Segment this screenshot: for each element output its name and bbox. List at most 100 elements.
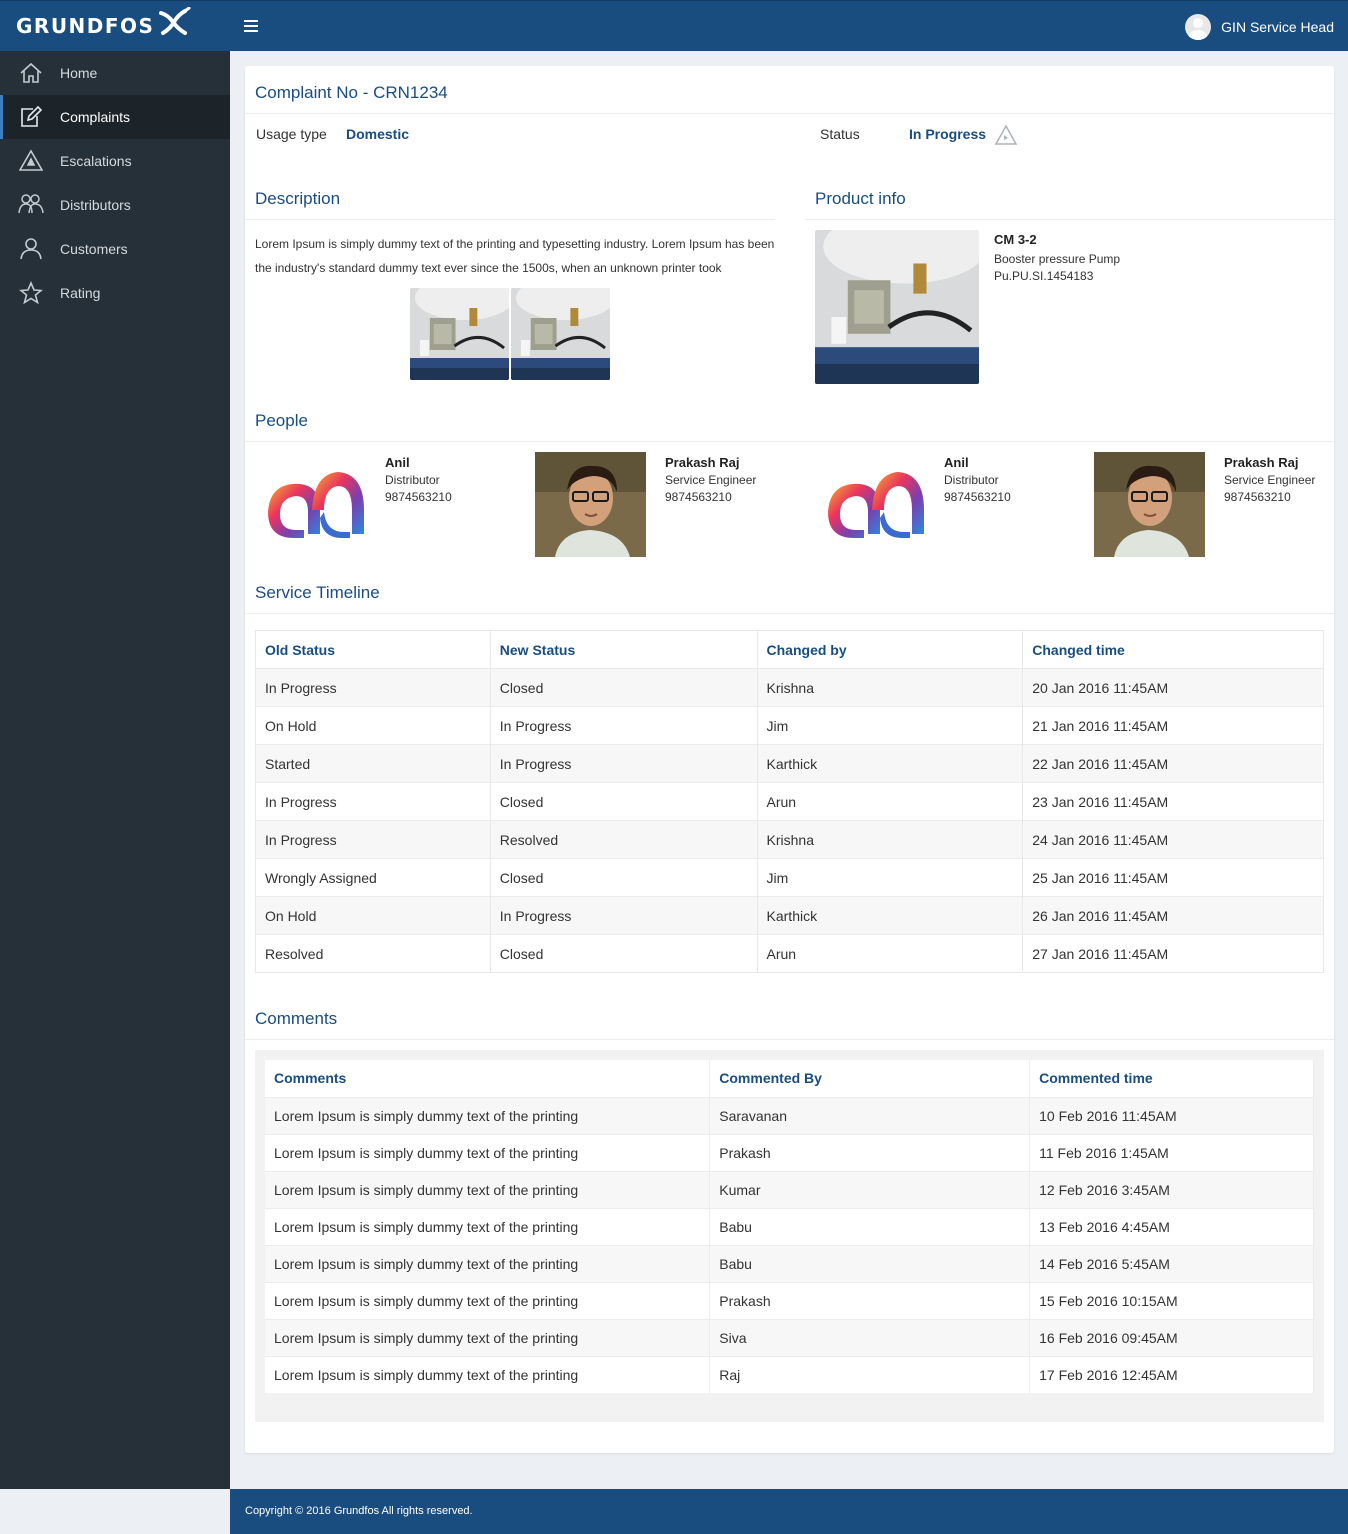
- column-header[interactable]: Commented By: [709, 1060, 1031, 1097]
- table-cell: On Hold: [255, 896, 491, 935]
- table-row: Wrongly Assigned Closed Jim 25 Jan 2016 11:…: [255, 858, 1324, 897]
- sidebar-item-home[interactable]: Home: [0, 51, 230, 95]
- table-row: Lorem Ipsum is simply dummy text of the …: [265, 1096, 1314, 1134]
- comments-title: Comments: [255, 1009, 338, 1028]
- table-cell: 13 Feb 2016 4:45AM: [1029, 1207, 1314, 1245]
- table-cell: Babu: [709, 1207, 1031, 1245]
- table-cell: Jim: [757, 858, 1024, 897]
- table-header-row: Comments Commented By Commented time: [265, 1060, 1314, 1097]
- users-icon: [18, 192, 44, 218]
- sidebar-item-escalations[interactable]: Escalations: [0, 139, 230, 183]
- table-cell: 26 Jan 2016 11:45AM: [1022, 896, 1324, 935]
- table-cell: 22 Jan 2016 11:45AM: [1022, 744, 1324, 783]
- sidebar: Home Complaints Escalations Distributors…: [0, 51, 230, 1489]
- usage-type-value: Domestic: [346, 126, 410, 142]
- column-header[interactable]: New Status: [490, 630, 758, 669]
- distributor-logo: [820, 452, 932, 557]
- description-title: Description: [255, 189, 341, 208]
- table-cell: Saravanan: [709, 1096, 1031, 1134]
- top-bar: GRUNDFOS GIN Service Head: [0, 0, 1348, 51]
- table-cell: 21 Jan 2016 11:45AM: [1022, 706, 1324, 745]
- divider: [245, 613, 1334, 614]
- column-header[interactable]: Commented time: [1029, 1060, 1314, 1097]
- grundfos-x-icon: [159, 7, 191, 35]
- person-phone: 9874563210: [1224, 490, 1291, 504]
- sidebar-item-label: Rating: [60, 285, 101, 301]
- complaint-photo-thumbnail[interactable]: [511, 288, 610, 380]
- person-role: Service Engineer: [1224, 473, 1316, 487]
- divider: [245, 1039, 1334, 1040]
- table-cell: Lorem Ipsum is simply dummy text of the …: [265, 1207, 711, 1245]
- column-header[interactable]: Old Status: [255, 630, 491, 669]
- table-row: In Progress Resolved Krishna 24 Jan 2016 11…: [255, 820, 1324, 859]
- table-cell: Resolved: [255, 934, 491, 973]
- product-code: Pu.PU.SI.1454183: [994, 269, 1094, 283]
- complaint-photo-thumbnail[interactable]: [410, 288, 509, 380]
- table-row: On Hold In Progress Karthick 26 Jan 2016 11…: [255, 896, 1324, 935]
- sidebar-item-label: Distributors: [60, 197, 131, 213]
- table-cell: Krishna: [757, 820, 1024, 859]
- table-row: Lorem Ipsum is simply dummy text of the …: [265, 1170, 1314, 1208]
- table-cell: Raj: [709, 1355, 1031, 1393]
- column-header[interactable]: Changed by: [757, 630, 1024, 669]
- star-icon: [18, 280, 44, 306]
- distributor-logo: [260, 452, 372, 557]
- complaint-title: Complaint No - CRN1234: [255, 83, 448, 102]
- user-icon: [18, 236, 44, 262]
- table-row: Started In Progress Karthick 22 Jan 2016 11…: [255, 744, 1324, 783]
- table-cell: 16 Feb 2016 09:45AM: [1029, 1318, 1314, 1356]
- divider: [245, 113, 1334, 114]
- table-cell: 24 Jan 2016 11:45AM: [1022, 820, 1324, 859]
- brand-name: GRUNDFOS: [16, 14, 155, 38]
- table-cell: 12 Feb 2016 3:45AM: [1029, 1170, 1314, 1208]
- table-row: Resolved Closed Arun 27 Jan 2016 11:45AM: [255, 934, 1324, 973]
- column-header[interactable]: Comments: [265, 1060, 711, 1097]
- menu-toggle-icon[interactable]: [244, 20, 258, 32]
- table-cell: 17 Feb 2016 12:45AM: [1029, 1355, 1314, 1393]
- status-label: Status: [820, 126, 860, 142]
- table-cell: Arun: [757, 782, 1024, 821]
- table-cell: Kumar: [709, 1170, 1031, 1208]
- table-cell: In Progress: [255, 782, 491, 821]
- comments-table: Comments Commented By Commented time Lor…: [265, 1060, 1314, 1393]
- grundfos-logo[interactable]: GRUNDFOS: [16, 7, 192, 43]
- table-cell: 25 Jan 2016 11:45AM: [1022, 858, 1324, 897]
- product-image: [815, 230, 979, 384]
- table-cell: Prakash: [709, 1133, 1031, 1171]
- person-role: Distributor: [944, 473, 999, 487]
- table-row: Lorem Ipsum is simply dummy text of the …: [265, 1281, 1314, 1319]
- person-phone: 9874563210: [944, 490, 1011, 504]
- table-cell: Lorem Ipsum is simply dummy text of the …: [265, 1355, 711, 1393]
- table-cell: Krishna: [757, 668, 1024, 707]
- home-icon: [18, 60, 44, 86]
- table-cell: Lorem Ipsum is simply dummy text of the …: [265, 1096, 711, 1134]
- sidebar-item-distributors[interactable]: Distributors: [0, 183, 230, 227]
- table-header-row: Old Status New Status Changed by Changed…: [255, 630, 1324, 669]
- sidebar-item-complaints[interactable]: Complaints: [0, 95, 230, 139]
- service-timeline-title: Service Timeline: [255, 583, 380, 602]
- comments-panel: Comments Commented By Commented time Lor…: [255, 1050, 1324, 1422]
- warning-icon: [18, 148, 44, 174]
- escalate-warning-icon[interactable]: [994, 124, 1018, 146]
- user-avatar-icon: [1185, 14, 1212, 40]
- sidebar-item-label: Home: [60, 65, 98, 81]
- footer: Copyright © 2016 Grundfos All rights res…: [230, 1489, 1348, 1534]
- sidebar-item-rating[interactable]: Rating: [0, 271, 230, 315]
- divider: [245, 441, 1334, 442]
- table-cell: On Hold: [255, 706, 491, 745]
- table-cell: Started: [255, 744, 491, 783]
- user-menu[interactable]: GIN Service Head: [1185, 14, 1334, 40]
- table-cell: Resolved: [490, 820, 758, 859]
- table-cell: Jim: [757, 706, 1024, 745]
- product-info-title: Product info: [815, 189, 906, 208]
- table-cell: Wrongly Assigned: [255, 858, 491, 897]
- table-cell: Closed: [490, 668, 758, 707]
- sidebar-item-label: Complaints: [60, 109, 131, 125]
- divider: [805, 219, 1334, 220]
- person-name: Anil: [385, 455, 410, 470]
- sidebar-item-customers[interactable]: Customers: [0, 227, 230, 271]
- table-row: Lorem Ipsum is simply dummy text of the …: [265, 1133, 1314, 1171]
- product-type: Booster pressure Pump: [994, 252, 1121, 266]
- column-header[interactable]: Changed time: [1022, 630, 1324, 669]
- table-cell: Lorem Ipsum is simply dummy text of the …: [265, 1170, 711, 1208]
